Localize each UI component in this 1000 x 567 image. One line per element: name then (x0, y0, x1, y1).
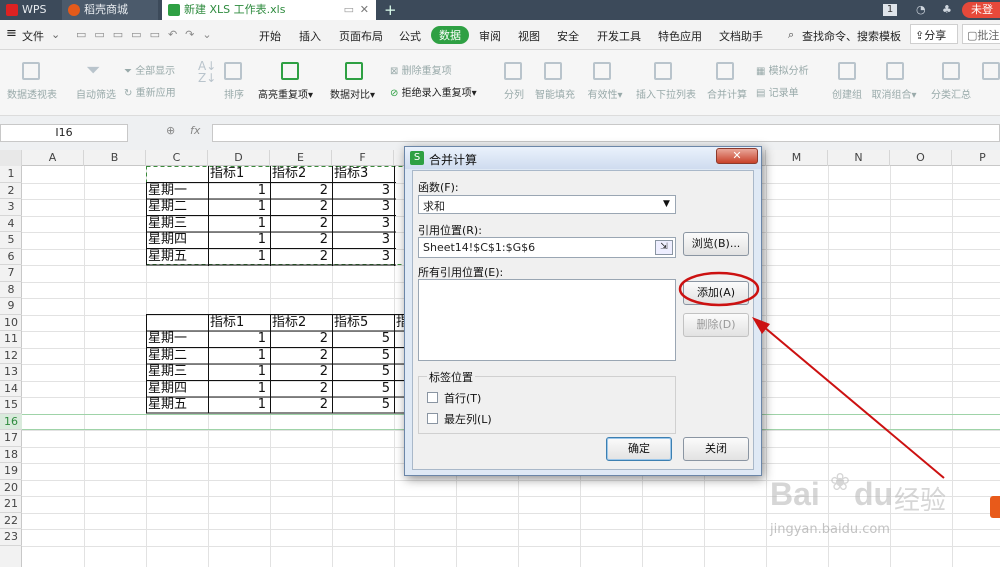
watermark-brand: Bai (770, 476, 820, 512)
arrow-head (752, 317, 770, 334)
paw-icon: ❀ (830, 468, 851, 496)
annotation-arrow (757, 321, 945, 479)
watermark-jingyan: 经验 (894, 486, 947, 516)
watermark-url: jingyan.baidu.com (770, 522, 890, 537)
baidu-watermark: Bai ❀ du 经验 jingyan.baidu.com (770, 468, 960, 548)
side-widget-icon[interactable] (990, 496, 1000, 518)
highlight-ellipse (678, 271, 760, 307)
watermark-brand-2: du (854, 476, 894, 512)
